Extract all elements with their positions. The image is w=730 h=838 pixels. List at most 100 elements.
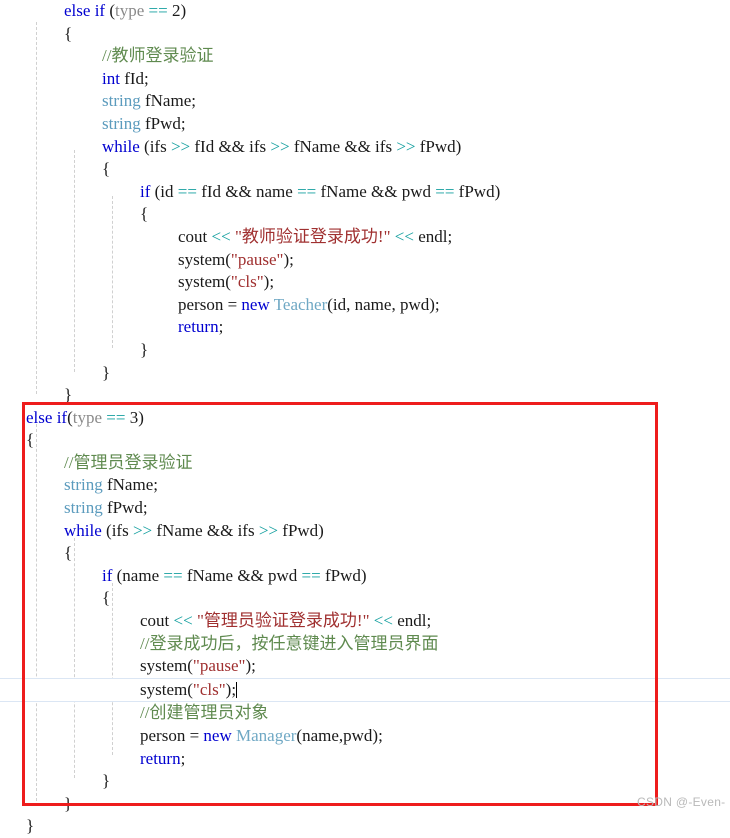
- code-token-op: ==: [106, 407, 126, 427]
- code-line[interactable]: {: [0, 203, 730, 226]
- code-line[interactable]: string fName;: [0, 90, 730, 113]
- code-token-str: "cls": [192, 679, 226, 699]
- code-token-op: >>: [170, 136, 191, 156]
- code-line[interactable]: return;: [0, 748, 730, 771]
- code-line[interactable]: person = new Manager(name,pwd);: [0, 725, 730, 748]
- code-line[interactable]: {: [0, 158, 730, 181]
- code-token-op: <<: [394, 226, 414, 246]
- code-token-kw: new: [241, 294, 270, 314]
- text-caret: [236, 681, 238, 698]
- code-line[interactable]: person = new Teacher(id, name, pwd);: [0, 294, 730, 317]
- code-token-plain: {: [64, 543, 73, 563]
- code-token-cmt: //登录成功后，按任意键进入管理员界面: [140, 633, 439, 653]
- code-token-op: <<: [173, 611, 193, 631]
- code-line[interactable]: //登录成功后，按任意键进入管理员界面: [0, 633, 730, 656]
- code-text-area[interactable]: else if (type == 2){//教师登录验证 int fId; stri…: [0, 0, 730, 838]
- code-line[interactable]: //创建管理员对象: [0, 702, 730, 725]
- code-line[interactable]: while (ifs >> fName && ifs >> fPwd): [0, 520, 730, 543]
- code-line[interactable]: system("pause");: [0, 249, 730, 272]
- code-token-kw: while: [64, 520, 102, 540]
- code-token-plain: );: [245, 656, 256, 676]
- code-token-op: >>: [258, 520, 279, 540]
- code-editor-pane[interactable]: else if (type == 2){//教师登录验证 int fId; stri…: [0, 0, 730, 835]
- code-line[interactable]: system("cls");: [0, 677, 730, 703]
- code-token-plain: }: [26, 816, 35, 836]
- code-token-plain: (: [105, 1, 115, 20]
- code-token-cmt: //创建管理员对象: [140, 703, 269, 723]
- code-token-plain: (ifs: [139, 136, 171, 156]
- code-token-type: string: [102, 113, 141, 133]
- code-token-cls: Teacher: [273, 294, 328, 314]
- code-token-cmt: //管理员登录验证: [64, 452, 193, 472]
- code-line[interactable]: }: [0, 362, 730, 385]
- code-token-plain: fName;: [102, 475, 158, 495]
- code-token-plain: fPwd): [415, 136, 462, 156]
- code-token-plain: );: [225, 679, 237, 699]
- code-line[interactable]: {: [0, 23, 730, 46]
- code-line[interactable]: {: [0, 429, 730, 452]
- code-line[interactable]: }: [0, 339, 730, 362]
- code-token-kw: return: [178, 317, 219, 337]
- code-line[interactable]: return;: [0, 316, 730, 339]
- code-line[interactable]: }: [0, 770, 730, 793]
- code-line[interactable]: cout << "教师验证登录成功!" << endl;: [0, 226, 730, 249]
- code-token-plain: person =: [178, 294, 242, 314]
- code-token-op: ==: [297, 181, 317, 201]
- code-token-plain: {: [26, 430, 35, 450]
- code-line[interactable]: string fPwd;: [0, 497, 730, 520]
- code-line[interactable]: //教师登录验证: [0, 45, 730, 68]
- code-token-plain: );: [263, 272, 275, 292]
- code-token-plain: fName && pwd: [182, 565, 302, 585]
- code-line[interactable]: system("cls");: [0, 271, 730, 294]
- code-token-plain: );: [283, 249, 294, 269]
- code-line[interactable]: if (name == fName && pwd == fPwd): [0, 565, 730, 588]
- code-token-plain: fPwd;: [102, 498, 148, 518]
- code-token-plain: ;: [180, 748, 186, 768]
- code-token-type: string: [64, 475, 103, 495]
- code-line[interactable]: else if(type == 3): [0, 407, 730, 430]
- code-token-plain: person =: [140, 726, 204, 745]
- code-token-plain: fId;: [119, 68, 149, 88]
- code-token-plain: {: [140, 204, 149, 224]
- code-line[interactable]: cout << "管理员验证登录成功!" << endl;: [0, 610, 730, 633]
- code-token-var: type: [115, 1, 145, 20]
- code-token-plain: system(: [140, 679, 193, 699]
- code-token-plain: fId && name: [196, 181, 298, 201]
- code-token-plain: }: [102, 771, 111, 791]
- code-line[interactable]: while (ifs >> fId && ifs >> fName && ifs…: [0, 136, 730, 159]
- code-token-type: string: [64, 498, 103, 518]
- code-token-plain: (id: [150, 181, 178, 201]
- code-token-plain: fPwd): [320, 565, 367, 585]
- code-token-plain: system(: [178, 272, 231, 292]
- code-line[interactable]: int fId;: [0, 68, 730, 91]
- code-token-kw: if: [56, 407, 68, 427]
- code-token-plain: }: [140, 339, 149, 359]
- code-line[interactable]: }: [0, 384, 730, 407]
- code-token-plain: fId && ifs: [190, 136, 271, 156]
- code-token-plain: fPwd;: [140, 113, 186, 133]
- code-line[interactable]: string fPwd;: [0, 113, 730, 136]
- code-line[interactable]: else if (type == 2): [0, 0, 730, 23]
- code-token-plain: endl;: [413, 226, 453, 246]
- code-token-cmt: //教师登录验证: [102, 46, 214, 66]
- code-line[interactable]: {: [0, 542, 730, 565]
- code-token-plain: {: [102, 588, 111, 608]
- code-token-var: type: [72, 407, 103, 427]
- code-token-kw: return: [140, 748, 181, 768]
- code-line[interactable]: {: [0, 587, 730, 610]
- code-token-plain: fPwd): [278, 520, 324, 540]
- code-token-plain: fName && ifs: [289, 136, 397, 156]
- code-line[interactable]: system("pause");: [0, 655, 730, 678]
- code-token-str: "pause": [230, 249, 284, 269]
- code-line[interactable]: string fName;: [0, 474, 730, 497]
- code-token-kw: if: [94, 1, 106, 20]
- code-line[interactable]: if (id == fId && name == fName && pwd ==…: [0, 181, 730, 204]
- code-token-op: ==: [301, 565, 321, 585]
- code-token-plain: fPwd): [454, 181, 501, 201]
- code-token-op: ==: [177, 181, 197, 201]
- code-token-type: string: [102, 91, 141, 111]
- code-line[interactable]: //管理员登录验证: [0, 452, 730, 475]
- code-line[interactable]: }: [0, 793, 730, 816]
- code-token-plain: system(: [140, 656, 193, 676]
- code-line[interactable]: }: [0, 815, 730, 838]
